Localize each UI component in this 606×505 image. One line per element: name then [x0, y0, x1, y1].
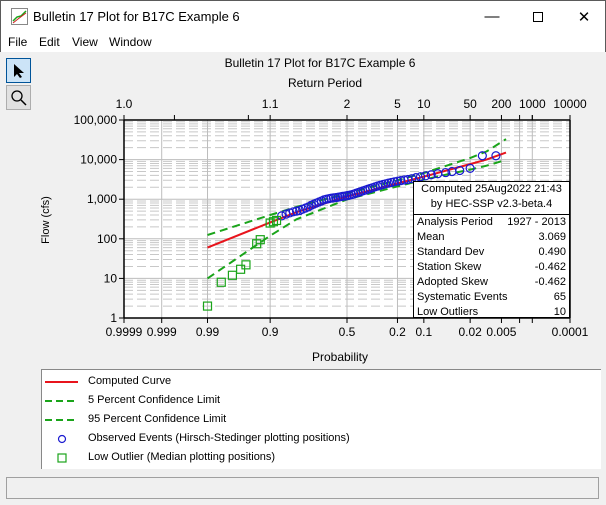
top-tick-label: 1.0: [116, 97, 133, 111]
legend-item: Low Outlier (Median plotting positions): [42, 449, 582, 467]
y-tick-label: 10: [104, 271, 118, 285]
stat-label: Analysis Period: [417, 216, 493, 228]
legend-label: Computed Curve: [88, 375, 172, 387]
top-axis-label: Return Period: [288, 76, 362, 90]
stat-row: Systematic Events 65: [414, 290, 569, 305]
x-tick-label: 0.9999: [106, 325, 143, 339]
x-axis-label: Probability: [312, 350, 368, 364]
stat-row: Adopted Skew -0.462: [414, 275, 569, 290]
legend-swatch-icon: [57, 434, 67, 444]
stat-label: Adopted Skew: [417, 276, 488, 288]
stat-value: 3.069: [538, 231, 566, 243]
top-tick-label: 10000: [553, 97, 587, 111]
legend-item: 95 Percent Confidence Limit: [42, 411, 582, 429]
y-tick-label: 1,000: [87, 192, 117, 206]
stat-value: -0.462: [534, 261, 566, 273]
y-tick-label: 100,000: [74, 113, 118, 127]
y-tick-label: 100: [97, 232, 117, 246]
top-tick-label: 1.1: [262, 97, 279, 111]
x-tick-label: 0.2: [389, 325, 406, 339]
top-tick-label: 10: [417, 97, 431, 111]
legend-label: 5 Percent Confidence Limit: [88, 394, 221, 406]
y-axis-label: Flow (cfs): [40, 196, 52, 244]
legend-label: 95 Percent Confidence Limit: [88, 413, 227, 425]
stat-label: Station Skew: [417, 261, 482, 273]
legend-swatch-icon: [45, 400, 78, 402]
top-tick-label: 1000: [519, 97, 546, 111]
status-bar: [6, 477, 599, 499]
stat-value: -0.462: [534, 276, 566, 288]
stat-value: 0.490: [538, 246, 566, 258]
legend-swatch-icon: [45, 419, 78, 421]
stat-row: Standard Dev 0.490: [414, 245, 569, 260]
x-tick-label: 0.999: [147, 325, 177, 339]
x-tick-label: 0.99: [196, 325, 220, 339]
stat-value: 1927 - 2013: [507, 216, 566, 228]
computed-date: Computed 25Aug2022 21:43: [421, 183, 562, 195]
top-tick-label: 50: [463, 97, 477, 111]
stat-label: Systematic Events: [417, 291, 508, 303]
legend-item: Computed Curve: [42, 373, 582, 391]
legend-item: 5 Percent Confidence Limit: [42, 392, 582, 410]
legend: Computed Curve 5 Percent Confidence Limit…: [41, 369, 601, 469]
legend-item: Observed Events (Hirsch-Stedinger plotti…: [42, 430, 582, 448]
legend-swatch-icon: [57, 453, 67, 463]
y-tick-label: 1: [110, 311, 117, 325]
software-version: by HEC-SSP v2.3-beta.4: [430, 198, 553, 210]
stat-row: Mean 3.069: [414, 230, 569, 245]
statistics-box: Computed 25Aug2022 21:43 by HEC-SSP v2.3…: [413, 181, 570, 318]
x-tick-label: 0.0001: [552, 325, 589, 339]
top-tick-label: 200: [491, 97, 511, 111]
x-tick-label: 0.9: [262, 325, 279, 339]
legend-swatch-icon: [45, 381, 78, 383]
x-tick-label: 0.005: [486, 325, 516, 339]
stat-label: Standard Dev: [417, 246, 485, 258]
stat-row: Station Skew -0.462: [414, 260, 569, 275]
x-tick-label: 0.1: [416, 325, 433, 339]
legend-label: Low Outlier (Median plotting positions): [88, 451, 276, 463]
chart-title: Bulletin 17 Plot for B17C Example 6: [225, 56, 416, 70]
y-tick-label: 10,000: [80, 153, 117, 167]
top-tick-label: 5: [394, 97, 401, 111]
stat-row: Low Outliers 10: [414, 305, 569, 320]
x-tick-label: 0.5: [339, 325, 356, 339]
legend-label: Observed Events (Hirsch-Stedinger plotti…: [88, 432, 350, 444]
stat-value: 10: [553, 306, 566, 318]
stat-label: Mean: [417, 231, 445, 243]
stat-row: Analysis Period 1927 - 2013: [414, 215, 569, 230]
stat-value: 65: [553, 291, 566, 303]
x-tick-label: 0.02: [458, 325, 482, 339]
top-tick-label: 2: [344, 97, 351, 111]
stat-label: Low Outliers: [417, 306, 479, 318]
